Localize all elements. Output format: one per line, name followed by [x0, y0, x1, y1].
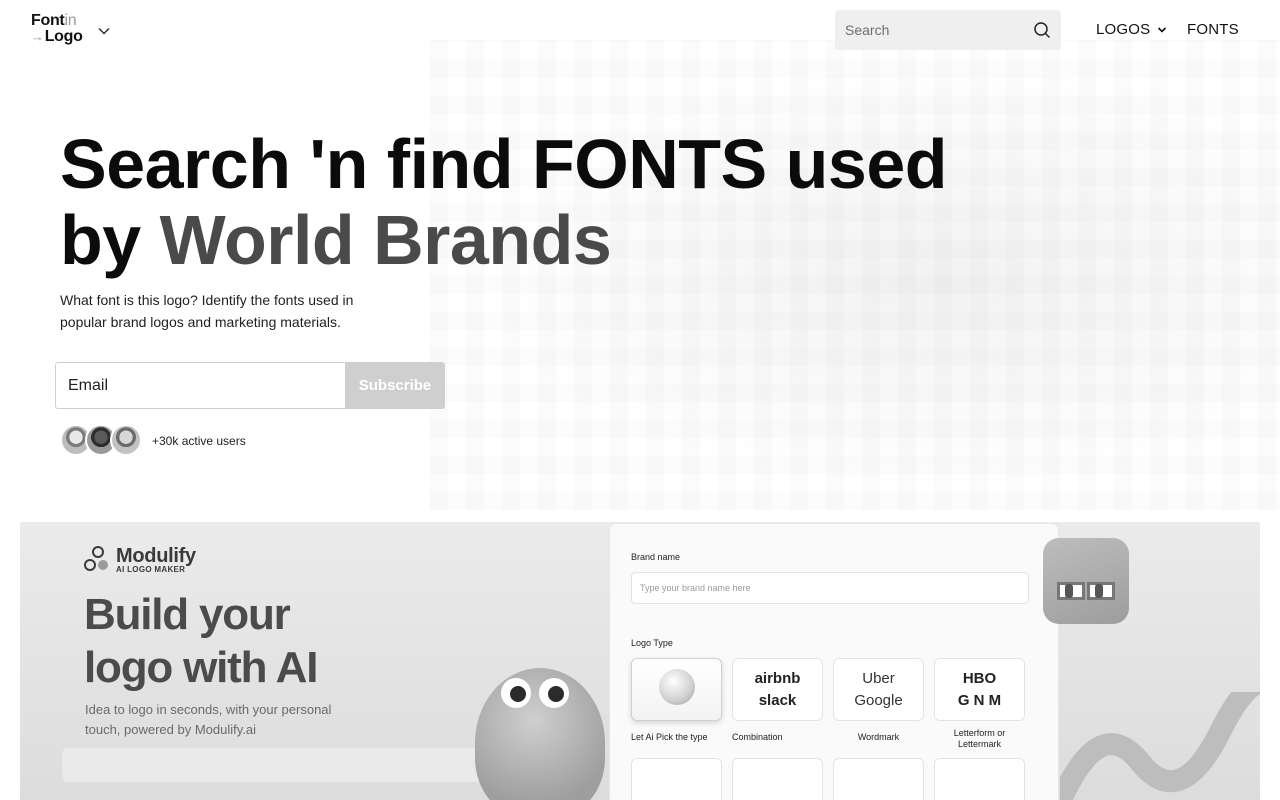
- email-field[interactable]: [55, 362, 346, 409]
- search-box: [835, 10, 1061, 50]
- user-avatars: [60, 424, 142, 457]
- chevron-down-icon: [1158, 26, 1167, 33]
- logo-type-wordmark[interactable]: Uber Google: [833, 658, 924, 721]
- logo-type-emblem[interactable]: [631, 758, 722, 800]
- hero-title: Search 'n find FONTS used by World Brand…: [60, 126, 1020, 278]
- decorative-wave: [1060, 692, 1260, 800]
- modulify-tagline: AI LOGO MAKER: [116, 565, 186, 574]
- sparkle-icon: [659, 669, 695, 705]
- card-caption: Wordmark: [857, 732, 900, 742]
- mascot-pupil: [548, 686, 564, 702]
- subscribe-button[interactable]: Subscribe: [345, 362, 445, 409]
- mascot-character: [475, 668, 605, 800]
- logo-type-badge[interactable]: [934, 758, 1025, 800]
- nav-fonts-link[interactable]: FONTS: [1187, 21, 1239, 38]
- example-logo-slack: slack: [758, 691, 797, 709]
- card-caption: Letterform or Lettermark: [953, 728, 1006, 749]
- banner-input-bar: [62, 748, 532, 782]
- modulify-logo: Modulify AI LOGO MAKER: [84, 545, 214, 575]
- banner-subtitle: Idea to logo in seconds, with your perso…: [85, 702, 332, 737]
- active-users-count: +30k active users: [152, 434, 246, 448]
- modulify-ad-banner[interactable]: Modulify AI LOGO MAKER Build your logo w…: [20, 522, 1260, 800]
- mascot-pupil: [510, 686, 526, 702]
- chevron-down-icon[interactable]: [96, 23, 112, 39]
- search-input[interactable]: [835, 10, 1025, 50]
- modulify-logo-icon: [84, 546, 108, 571]
- site-header: Fontin →Logo LOGOS FONTS: [0, 0, 1280, 60]
- hero-subtitle: What font is this logo? Identify the fon…: [60, 292, 354, 330]
- example-logo-airbnb: airbnb: [754, 669, 801, 687]
- robot-pupil: [1065, 584, 1073, 598]
- logo-type-label: Logo Type: [631, 638, 673, 648]
- logo-line2: →Logo: [31, 28, 83, 45]
- avatar: [110, 424, 142, 456]
- logo-builder-panel: Brand name Logo Type airbnb slack Uber G…: [610, 524, 1058, 800]
- brand-name-input[interactable]: [631, 572, 1029, 604]
- card-caption: Combination: [732, 732, 783, 742]
- example-logo-hbo: HBO: [962, 669, 997, 687]
- logo-type-mascot[interactable]: [833, 758, 924, 800]
- robot-character: [1043, 538, 1129, 624]
- search-icon[interactable]: [1032, 20, 1052, 40]
- logo-type-combination[interactable]: airbnb slack: [732, 658, 823, 721]
- hero-title-accent: World Brands: [159, 201, 612, 279]
- site-logo[interactable]: Fontin →Logo: [31, 12, 91, 48]
- logo-type-lettermark[interactable]: HBO G N M: [934, 658, 1025, 721]
- hero-title-line1: Search 'n find FONTS used: [60, 125, 948, 203]
- subscribe-form: Subscribe: [55, 362, 445, 409]
- logo-in: in: [64, 12, 77, 29]
- example-logo-letters: G N M: [957, 691, 1002, 709]
- card-caption: Let Ai Pick the type: [631, 732, 708, 742]
- banner-title: Build your logo with AI: [84, 590, 318, 692]
- logo-type-ai-pick[interactable]: [631, 658, 722, 721]
- nav-logos-label: LOGOS: [1096, 21, 1151, 38]
- example-logo-uber: Uber: [862, 669, 895, 687]
- logo-arrow: →: [31, 29, 44, 44]
- robot-pupil: [1095, 584, 1103, 598]
- brand-name-label: Brand name: [631, 552, 681, 562]
- nav-logos-dropdown[interactable]: LOGOS: [1096, 21, 1168, 38]
- logo-type-abstract[interactable]: [732, 758, 823, 800]
- example-logo-google: Google: [854, 691, 903, 709]
- hero-title-line2-prefix: by: [60, 201, 160, 279]
